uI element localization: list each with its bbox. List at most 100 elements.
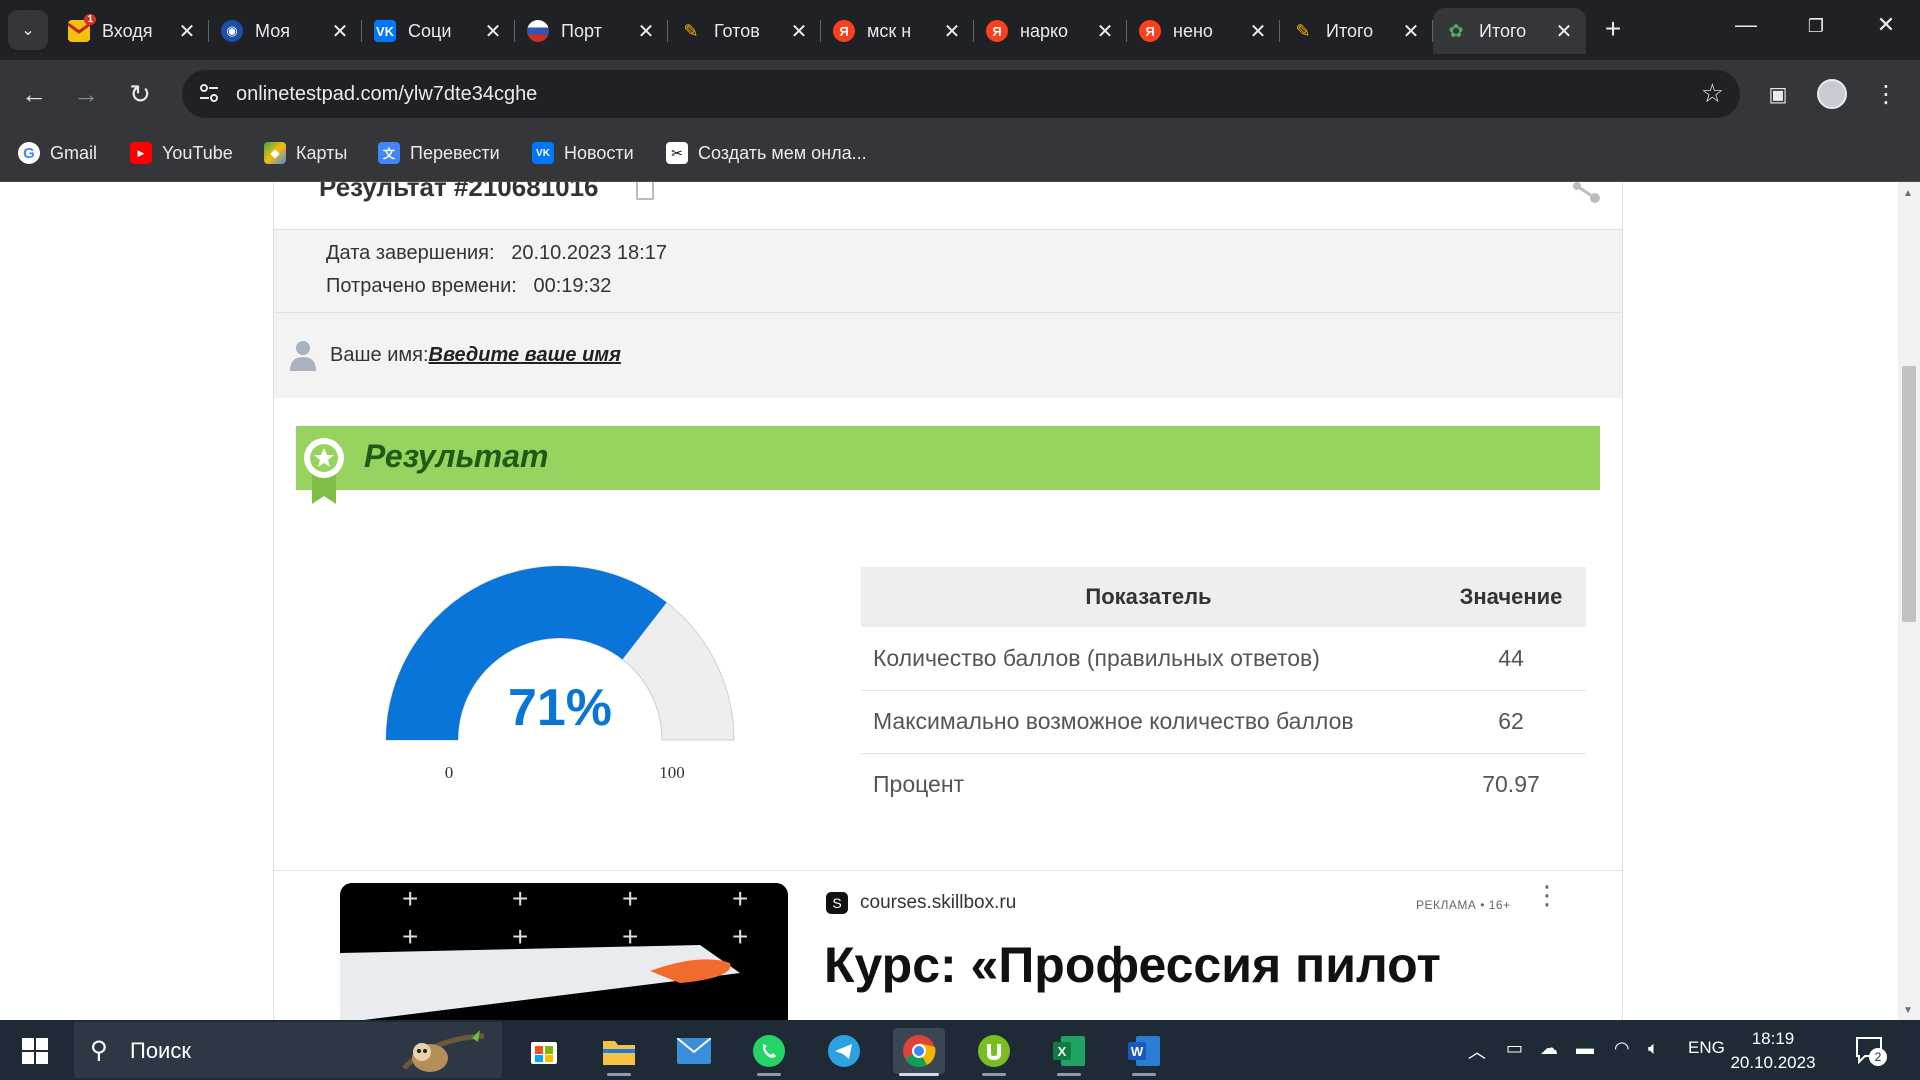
- volume-icon[interactable]: 🔈︎: [1648, 1038, 1659, 1059]
- bookmark-label: Перевести: [410, 142, 500, 163]
- taskbar-chrome[interactable]: [893, 1028, 945, 1076]
- enter-name-link[interactable]: Введите ваше имя: [429, 344, 621, 366]
- restore-icon[interactable]: ❐: [1796, 16, 1836, 37]
- menu-dots-icon[interactable]: ⋮: [1866, 74, 1906, 114]
- close-tab-icon[interactable]: ✕: [636, 19, 656, 44]
- back-icon[interactable]: ←: [14, 74, 54, 114]
- onedrive-icon[interactable]: ☁: [1540, 1038, 1558, 1059]
- taskbar-utorrent[interactable]: [968, 1028, 1020, 1076]
- skillbox-icon: S: [826, 892, 848, 914]
- forward-icon[interactable]: →: [66, 74, 106, 114]
- tab-yandex-3[interactable]: Я нено ✕: [1127, 8, 1280, 54]
- reload-icon[interactable]: ↻: [120, 74, 160, 114]
- close-tab-icon[interactable]: ✕: [942, 19, 962, 44]
- bookmark-label: Новости: [564, 142, 634, 163]
- close-tab-icon[interactable]: ✕: [177, 19, 197, 44]
- tab-portal[interactable]: Порт ✕: [515, 8, 668, 54]
- close-tab-icon[interactable]: ✕: [789, 19, 809, 44]
- tab-gmail[interactable]: 1 Входя ✕: [56, 8, 209, 54]
- address-bar[interactable]: onlinetestpad.com/ylw7dte34cghe ☆: [182, 70, 1740, 118]
- bookmarks-bar: G Gmail ▶ YouTube ◆ Карты 文 Перевести VK…: [0, 128, 1920, 182]
- close-tab-icon[interactable]: ✕: [1554, 19, 1574, 44]
- indicator-cell: Процент: [873, 771, 965, 798]
- clock-date: 20.10.2023: [1730, 1053, 1816, 1072]
- ad-menu-icon[interactable]: ⋮: [1534, 882, 1560, 908]
- new-tab-button[interactable]: +: [1596, 14, 1630, 48]
- scroll-up-icon[interactable]: ▲: [1903, 188, 1913, 199]
- taskbar-search[interactable]: ⚲ Поиск: [74, 1022, 502, 1078]
- meet-now-icon[interactable]: ▭: [1506, 1038, 1523, 1059]
- table-row: Процент 70.97: [861, 753, 1586, 816]
- language-indicator[interactable]: ENG: [1688, 1038, 1725, 1058]
- taskbar-mail[interactable]: [668, 1028, 720, 1074]
- tab-yandex-2[interactable]: Я нарко ✕: [974, 8, 1127, 54]
- bookmark-gmail[interactable]: G Gmail: [18, 142, 97, 164]
- close-tab-icon[interactable]: ✕: [483, 19, 503, 44]
- result-banner: Результат: [296, 426, 1600, 504]
- tab-results-active[interactable]: ✿ Итого ✕: [1433, 8, 1586, 54]
- svg-text:X: X: [1058, 1044, 1067, 1059]
- minimize-icon[interactable]: —: [1726, 12, 1766, 38]
- taskbar-excel[interactable]: X: [1043, 1028, 1095, 1076]
- tab-yandex-1[interactable]: Я мск н ✕: [821, 8, 974, 54]
- vk-favicon: VK: [374, 20, 396, 42]
- bookmark-translate[interactable]: 文 Перевести: [378, 142, 500, 164]
- tab-results-1[interactable]: ✎ Итого ✕: [1280, 8, 1433, 54]
- result-heading: Результат: [364, 438, 549, 474]
- ad-image[interactable]: + + + + + + + +: [340, 883, 788, 1020]
- tab-ready[interactable]: ✎ Готов ✕: [668, 8, 821, 54]
- bookmark-meme[interactable]: ✂ Создать мем онла...: [666, 142, 867, 164]
- tab-gosuslugi[interactable]: ◉ Моя ✕: [209, 8, 362, 54]
- wifi-icon[interactable]: ◠: [1614, 1038, 1630, 1059]
- taskbar-telegram[interactable]: [818, 1028, 870, 1074]
- close-tab-icon[interactable]: ✕: [330, 19, 350, 44]
- header-indicator: Показатель: [861, 567, 1436, 627]
- site-info-icon[interactable]: [198, 82, 224, 106]
- airplane-wing-image: [340, 945, 740, 1020]
- youtube-icon: ▶: [130, 142, 152, 164]
- page-scrollbar[interactable]: ▲ ▼: [1898, 182, 1920, 1020]
- tab-search-button[interactable]: ⌄: [8, 10, 48, 50]
- tray-chevron-icon[interactable]: ︿: [1468, 1038, 1486, 1064]
- bookmark-label: Карты: [296, 142, 348, 163]
- bookmark-news[interactable]: VK Новости: [532, 142, 634, 164]
- gauge-max-label: 100: [659, 763, 685, 782]
- utorrent-icon: [978, 1035, 1010, 1067]
- meme-icon: ✂: [666, 142, 688, 164]
- close-window-icon[interactable]: ✕: [1866, 12, 1906, 38]
- ad-source[interactable]: S courses.skillbox.ru: [826, 892, 1016, 914]
- tab-title: Порт: [561, 20, 602, 41]
- notifications-icon[interactable]: 2: [1855, 1036, 1887, 1066]
- ad-divider: [274, 870, 1622, 871]
- ad-title[interactable]: Курс: «Профессия пилот: [824, 936, 1441, 994]
- taskbar-explorer[interactable]: [593, 1028, 645, 1076]
- side-panel-icon[interactable]: ▣: [1758, 74, 1798, 114]
- windows-start-icon[interactable]: [22, 1038, 48, 1064]
- tab-list: 1 Входя ✕ ◉ Моя ✕ VK Соци ✕ Порт ✕ ✎ Гот…: [56, 8, 1586, 54]
- translate-icon: 文: [378, 142, 400, 164]
- taskbar-store[interactable]: [518, 1028, 570, 1074]
- close-tab-icon[interactable]: ✕: [1095, 19, 1115, 44]
- share-icon[interactable]: [1569, 182, 1603, 208]
- indicator-cell: Максимально возможное количество баллов: [861, 690, 1436, 754]
- taskbar-whatsapp[interactable]: [743, 1028, 795, 1076]
- battery-icon[interactable]: ▬: [1576, 1038, 1594, 1059]
- taskbar-word[interactable]: W: [1118, 1028, 1170, 1076]
- bookmark-youtube[interactable]: ▶ YouTube: [130, 142, 233, 164]
- notification-count: 2: [1869, 1048, 1887, 1066]
- bookmark-star-icon[interactable]: ☆: [1701, 78, 1724, 109]
- copy-icon[interactable]: [636, 182, 654, 200]
- close-tab-icon[interactable]: ✕: [1248, 19, 1268, 44]
- taskbar-clock[interactable]: 18:19 20.10.2023: [1728, 1027, 1818, 1075]
- url-text[interactable]: onlinetestpad.com/ylw7dte34cghe: [236, 83, 537, 106]
- scroll-down-icon[interactable]: ▼: [1903, 1005, 1913, 1016]
- time-spent-row: Потрачено времени: 00:19:32: [326, 275, 611, 298]
- yandex-favicon: Я: [986, 20, 1008, 42]
- scroll-thumb[interactable]: [1902, 366, 1916, 622]
- tab-title: Входя: [102, 20, 153, 41]
- close-tab-icon[interactable]: ✕: [1401, 19, 1421, 44]
- bookmark-maps[interactable]: ◆ Карты: [264, 142, 347, 164]
- yandex-favicon: Я: [833, 20, 855, 42]
- profile-avatar[interactable]: [1812, 74, 1852, 114]
- tab-vk[interactable]: VK Соци ✕: [362, 8, 515, 54]
